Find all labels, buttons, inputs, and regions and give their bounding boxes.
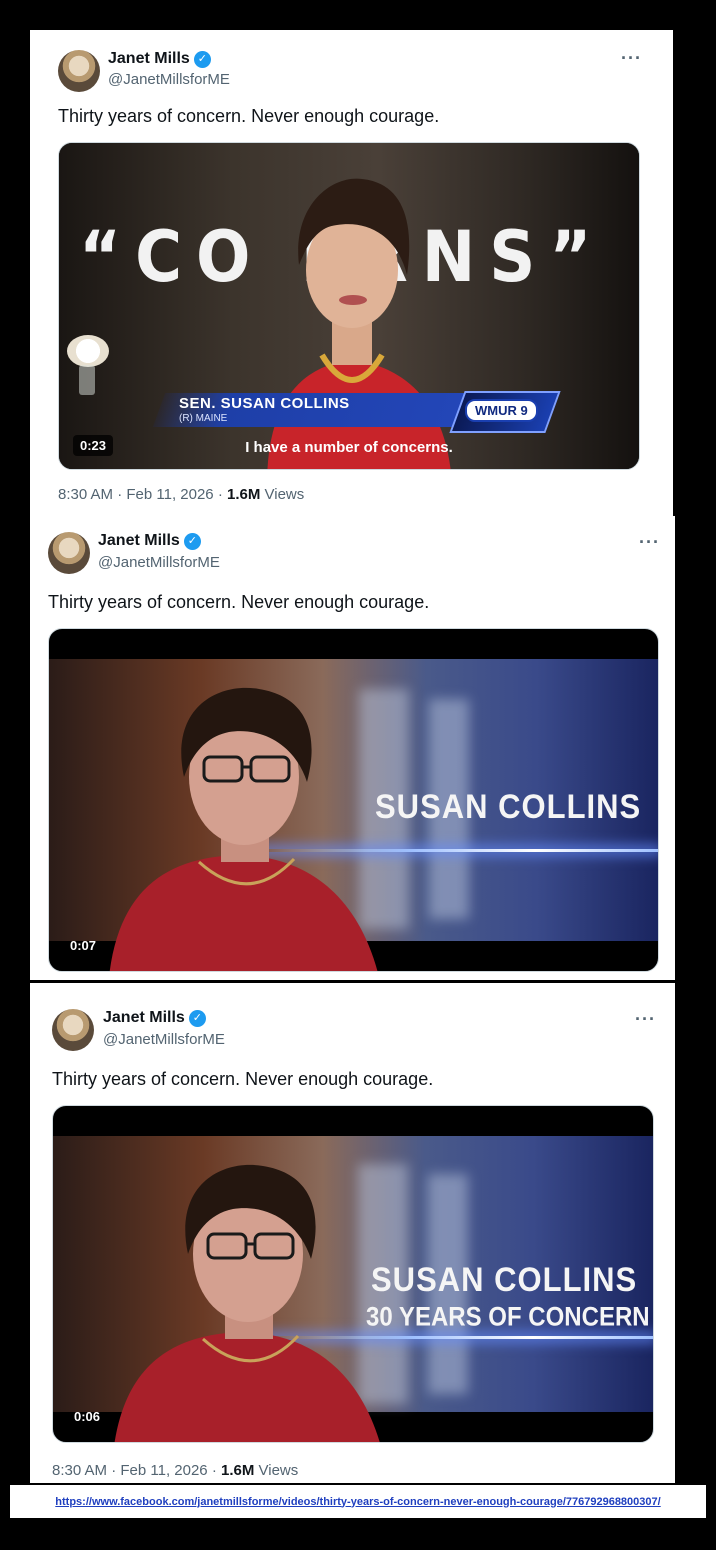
author-handle[interactable]: @JanetMillsforME	[103, 1031, 225, 1048]
video-player[interactable]: “CO ERNS” SEN. SUSAN COLLINS (R) MAINE W…	[58, 142, 640, 470]
video-duration: 0:23	[73, 435, 114, 456]
flowers-image	[67, 335, 109, 367]
tweet-card-3: Janet Mills ✓ @JanetMillsforME ··· Thirt…	[30, 983, 675, 1483]
more-icon[interactable]: ···	[635, 1009, 656, 1030]
views-count: 1.6M	[226, 486, 261, 503]
vase-image	[79, 365, 95, 395]
timestamp[interactable]: 8:30 AM · Feb 11, 2026 ·	[58, 486, 227, 503]
tweet-text: Thirty years of concern. Never enough co…	[48, 592, 430, 612]
tweet-card-1: Janet Mills ✓ @JanetMillsforME ··· Thirt…	[30, 30, 673, 517]
more-icon[interactable]: ···	[639, 532, 660, 553]
person-image	[114, 1164, 380, 1442]
author-name[interactable]: Janet Mills	[108, 50, 190, 68]
overlay-subtitle: 30 YEARS OF CONCERN	[366, 1302, 650, 1333]
tweet-text: Thirty years of concern. Never enough co…	[58, 106, 440, 126]
overlay-name: SUSAN COLLINS	[371, 1260, 638, 1299]
verified-badge-icon: ✓	[193, 50, 211, 68]
author-handle[interactable]: @JanetMillsforME	[108, 71, 230, 88]
author-handle[interactable]: @JanetMillsforME	[98, 554, 220, 571]
avatar[interactable]	[48, 532, 90, 574]
overlay-name: SUSAN COLLINS	[375, 787, 642, 826]
tweet-meta: 8:30 AM · Feb 11, 2026 · 1.6M Views	[52, 1462, 298, 1479]
verified-badge-icon: ✓	[188, 1009, 206, 1027]
source-url-box: https://www.facebook.com/janetmillsforme…	[10, 1485, 706, 1518]
video-player[interactable]: SUSAN COLLINS 30 YEARS OF CONCERN 0:06	[52, 1105, 654, 1443]
lower-third-name: SEN. SUSAN COLLINS	[179, 395, 350, 412]
tweet-text: Thirty years of concern. Never enough co…	[52, 1069, 434, 1089]
author-row: Janet Mills ✓	[98, 532, 201, 550]
video-player[interactable]: SUSAN COLLINS 0:07	[48, 628, 659, 972]
video-duration: 0:07	[70, 938, 97, 953]
views-count: 1.6M	[220, 1462, 255, 1479]
author-name[interactable]: Janet Mills	[98, 532, 180, 550]
avatar[interactable]	[58, 50, 100, 92]
verified-badge-icon: ✓	[183, 532, 201, 550]
views-label: Views	[260, 486, 305, 503]
author-row: Janet Mills ✓	[103, 1009, 206, 1027]
video-caption: I have a number of concerns.	[245, 439, 453, 456]
more-icon[interactable]: ···	[621, 48, 642, 69]
video-duration: 0:06	[74, 1409, 101, 1424]
person-image	[109, 687, 378, 971]
source-url-link[interactable]: https://www.facebook.com/janetmillsforme…	[55, 1496, 660, 1508]
timestamp[interactable]: 8:30 AM · Feb 11, 2026 ·	[52, 1462, 221, 1479]
tweet-meta: 8:30 AM · Feb 11, 2026 · 1.6M Views	[58, 486, 304, 503]
tweet-card-2: Janet Mills ✓ @JanetMillsforME ··· Thirt…	[30, 516, 675, 980]
lower-third-sub: (R) MAINE	[179, 413, 228, 424]
station-logo: WMUR 9	[465, 399, 538, 422]
avatar[interactable]	[52, 1009, 94, 1051]
views-label: Views	[254, 1462, 299, 1479]
author-name[interactable]: Janet Mills	[103, 1009, 185, 1027]
author-row: Janet Mills ✓	[108, 50, 211, 68]
